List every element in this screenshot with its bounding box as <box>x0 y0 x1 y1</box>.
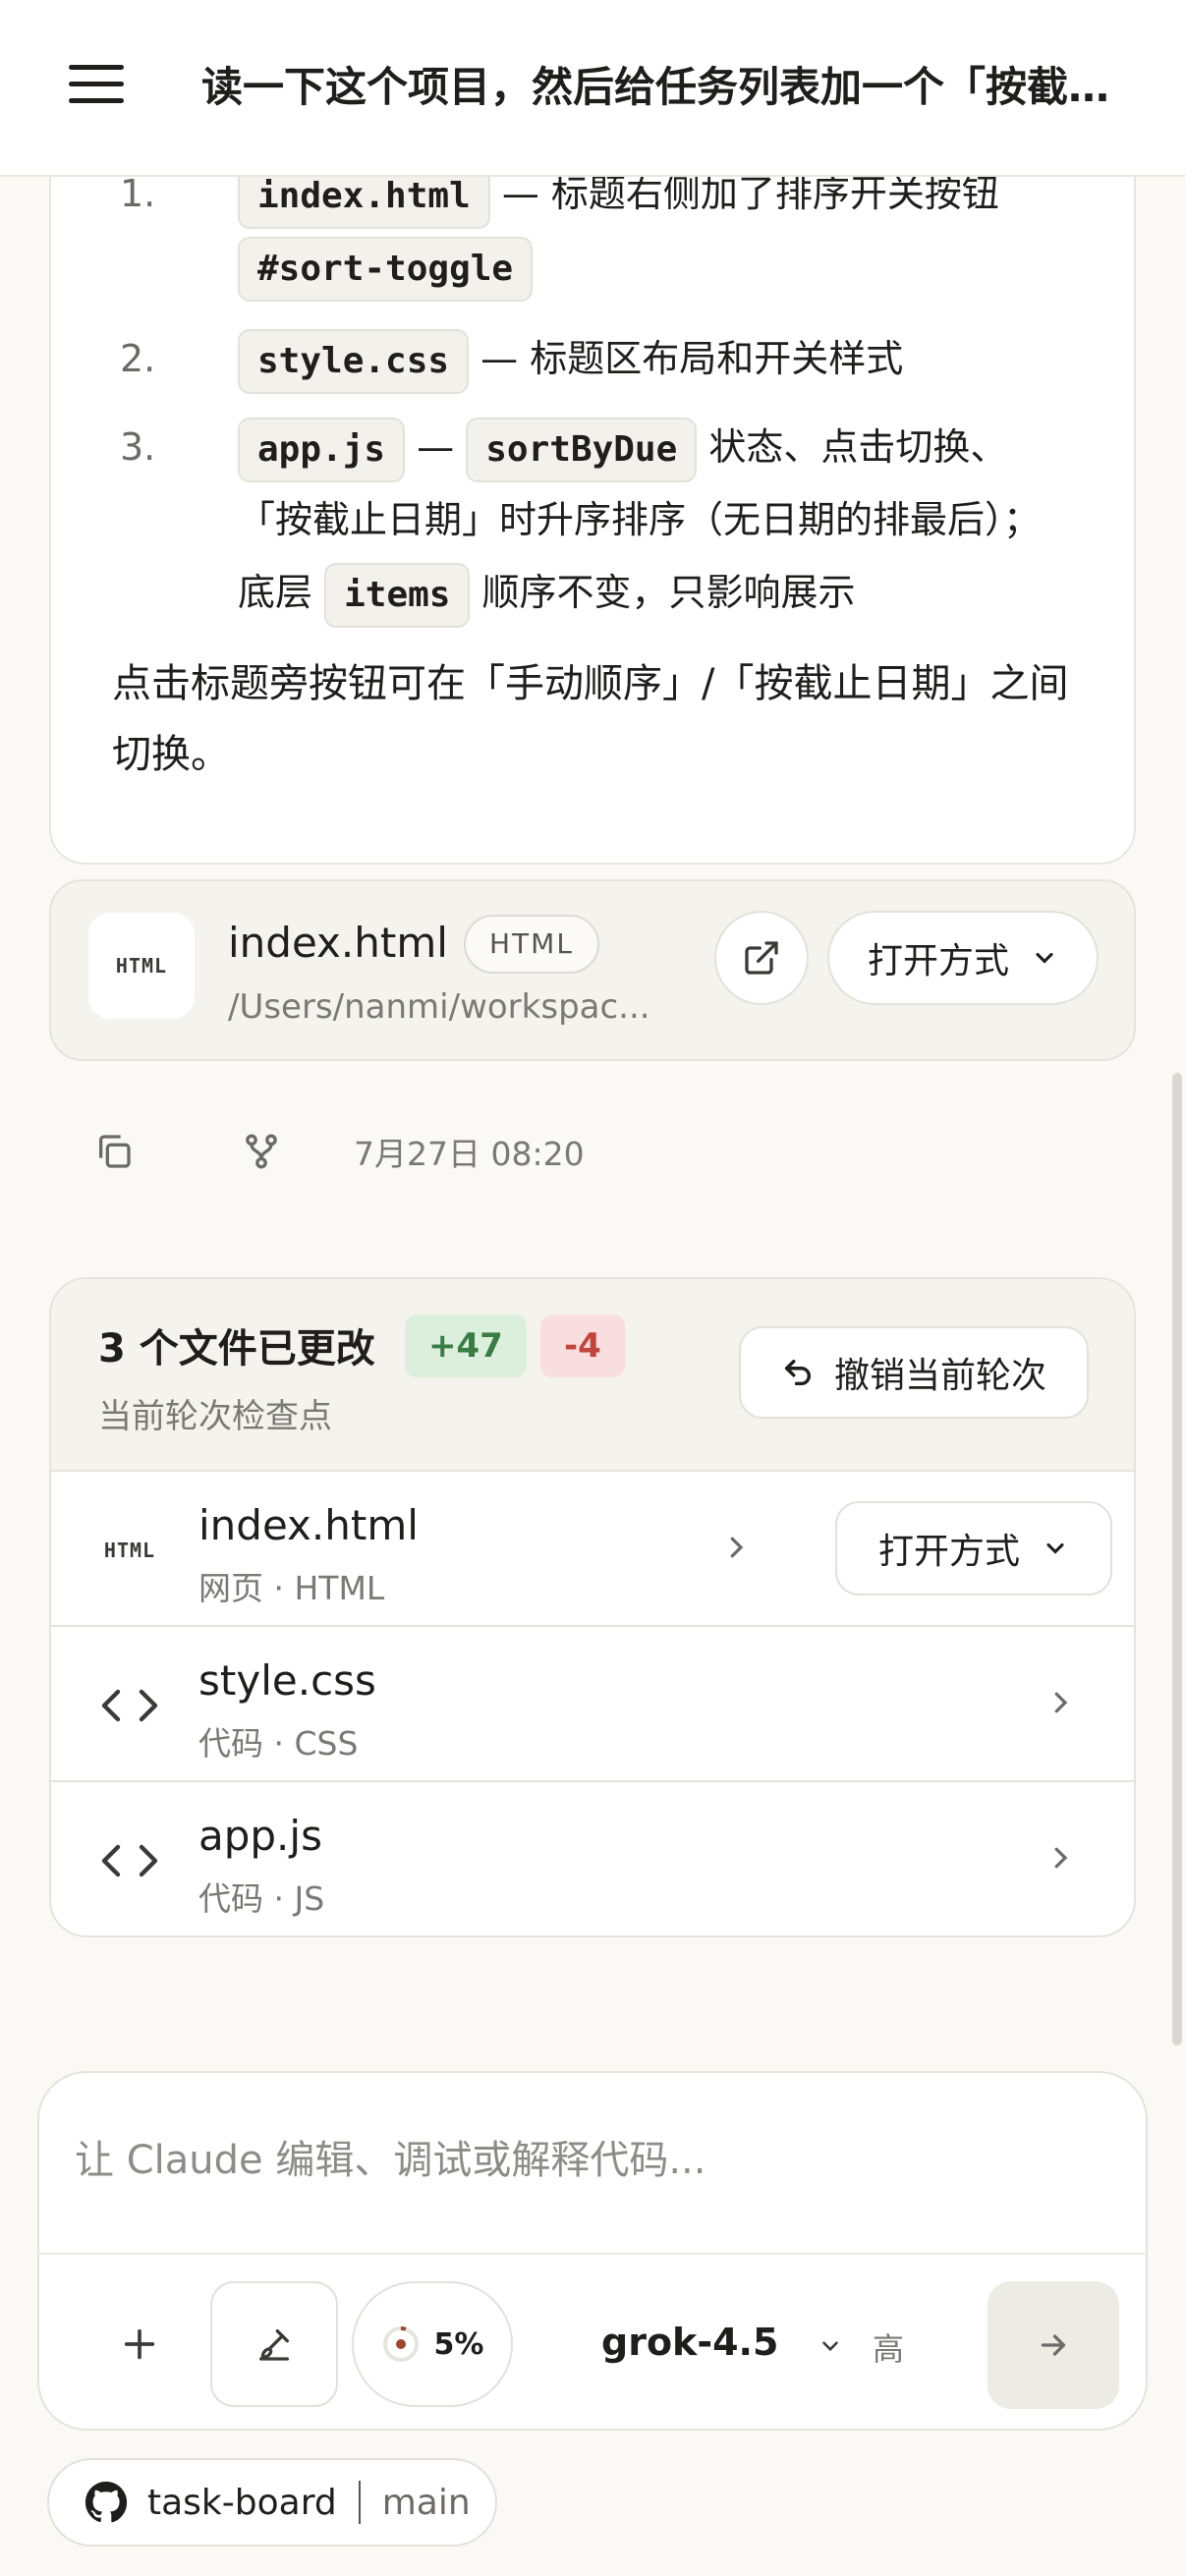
list-text: — 标题区布局和开关样式 <box>469 337 904 380</box>
chevron-down-icon[interactable] <box>818 2333 843 2359</box>
list-text: 顺序不变，只影响展示 <box>470 571 856 614</box>
assistant-message: 1. index.html — 标题右侧加了排序开关按钮 #sort-toggl… <box>49 128 1136 865</box>
list-text: 「按截止日期」时升序排序（无日期的排最后）； <box>238 498 1042 541</box>
repo-name: task-board <box>147 2482 337 2523</box>
file-path: /Users/nanmi/workspac... <box>228 987 650 1027</box>
branch-icon[interactable] <box>242 1132 281 1171</box>
list-number: 2. <box>120 337 156 380</box>
changes-header: 3 个文件已更改 +47 -4 当前轮次检查点 撤销当前轮次 <box>51 1279 1134 1472</box>
context-ring-icon <box>382 2326 419 2362</box>
file-name: index.html <box>228 919 448 967</box>
undo-turn-button[interactable]: 撤销当前轮次 <box>739 1326 1089 1419</box>
plus-icon <box>124 2328 155 2360</box>
chevron-right-icon <box>1054 1692 1068 1713</box>
file-name: index.html <box>198 1501 419 1549</box>
tools-button[interactable] <box>210 2281 338 2407</box>
repo-branch-chip[interactable]: task-board main <box>47 2458 497 2547</box>
open-with-label: 打开方式 <box>867 941 1009 981</box>
copy-icon[interactable] <box>94 1132 134 1171</box>
chevron-right-icon <box>1054 1847 1068 1869</box>
composer-divider <box>39 2253 1146 2255</box>
branch-name: main <box>381 2482 471 2523</box>
effort-level[interactable]: 高 <box>873 2324 904 2370</box>
brush-icon <box>259 2329 289 2361</box>
send-button[interactable] <box>988 2281 1119 2409</box>
file-type: 代码 · JS <box>198 1879 325 1918</box>
context-usage-button[interactable]: 5% <box>352 2281 513 2407</box>
inline-code: sortByDue <box>466 417 698 482</box>
message-timestamp: 7月27日 08:20 <box>354 1135 585 1173</box>
list-text: 状态、点击切换、 <box>697 425 1008 469</box>
file-name: app.js <box>198 1812 322 1860</box>
file-attachment-card[interactable]: HTML index.html HTML /Users/nanmi/worksp… <box>49 879 1136 1061</box>
list-text: — <box>405 425 467 469</box>
chevron-down-icon <box>1046 1542 1064 1554</box>
chevron-down-icon <box>1036 952 1053 964</box>
open-with-button[interactable]: 打开方式 <box>827 911 1099 1005</box>
model-selector[interactable]: grok-4.5 <box>601 2321 778 2364</box>
top-bar: 读一下这个项目，然后给任务列表加一个「按截止日期排序」的切换 <box>0 0 1185 177</box>
lines-added-badge: +47 <box>405 1315 527 1377</box>
message-paragraph: 点击标题旁按钮可在「手动顺序」/「按截止日期」之间切换。 <box>112 661 1069 777</box>
scrollbar[interactable] <box>1172 1073 1182 2045</box>
message-composer: 让 Claude 编辑、调试或解释代码... 5% grok-4.5 高 <box>37 2071 1148 2431</box>
inline-code: items <box>324 562 471 628</box>
undo-icon <box>784 1359 811 1386</box>
code-icon <box>90 1831 169 1890</box>
list-text: — 标题右侧加了排序开关按钮 <box>489 172 999 215</box>
code-icon <box>90 1676 169 1735</box>
file-type-badge: HTML <box>464 915 599 974</box>
html-file-icon: HTML <box>88 913 195 1019</box>
changed-file-row[interactable]: style.css 代码 · CSS <box>51 1627 1134 1782</box>
list-text: 底层 <box>238 571 325 614</box>
external-link-icon <box>745 941 778 975</box>
menu-icon[interactable] <box>69 65 124 108</box>
open-external-button[interactable] <box>714 911 809 1005</box>
divider <box>358 2481 361 2524</box>
inline-code: #sort-toggle <box>238 236 534 302</box>
list-number: 3. <box>120 425 156 469</box>
open-with-button[interactable]: 打开方式 <box>835 1501 1112 1596</box>
file-name: style.css <box>198 1656 376 1705</box>
changed-file-row[interactable]: HTML index.html 网页 · HTML 打开方式 <box>51 1472 1134 1627</box>
inline-code: style.css <box>238 328 470 394</box>
chevron-right-icon <box>730 1537 744 1558</box>
inline-code: app.js <box>238 417 406 482</box>
arrow-right-icon <box>1041 2334 1066 2356</box>
html-file-icon: HTML <box>103 1539 156 1562</box>
add-attachment-button[interactable] <box>100 2281 179 2407</box>
changed-file-row[interactable]: app.js 代码 · JS <box>51 1782 1134 1935</box>
changes-title: 3 个文件已更改 <box>98 1326 375 1372</box>
context-percent: 5% <box>433 2326 484 2362</box>
file-type: 代码 · CSS <box>198 1724 359 1763</box>
conversation-title[interactable]: 读一下这个项目，然后给任务列表加一个「按截止日期排序」的切换 <box>201 54 1145 114</box>
open-with-label: 打开方式 <box>877 1532 1020 1572</box>
changed-files-card: 3 个文件已更改 +47 -4 当前轮次检查点 撤销当前轮次 HTML inde… <box>49 1277 1136 1937</box>
file-type: 网页 · HTML <box>198 1569 385 1607</box>
lines-removed-badge: -4 <box>540 1315 625 1377</box>
checkpoint-label: 当前轮次检查点 <box>98 1397 332 1436</box>
github-icon <box>85 2481 128 2523</box>
undo-label: 撤销当前轮次 <box>833 1356 1046 1396</box>
prompt-input[interactable]: 让 Claude 编辑、调试或解释代码... <box>75 2128 705 2185</box>
